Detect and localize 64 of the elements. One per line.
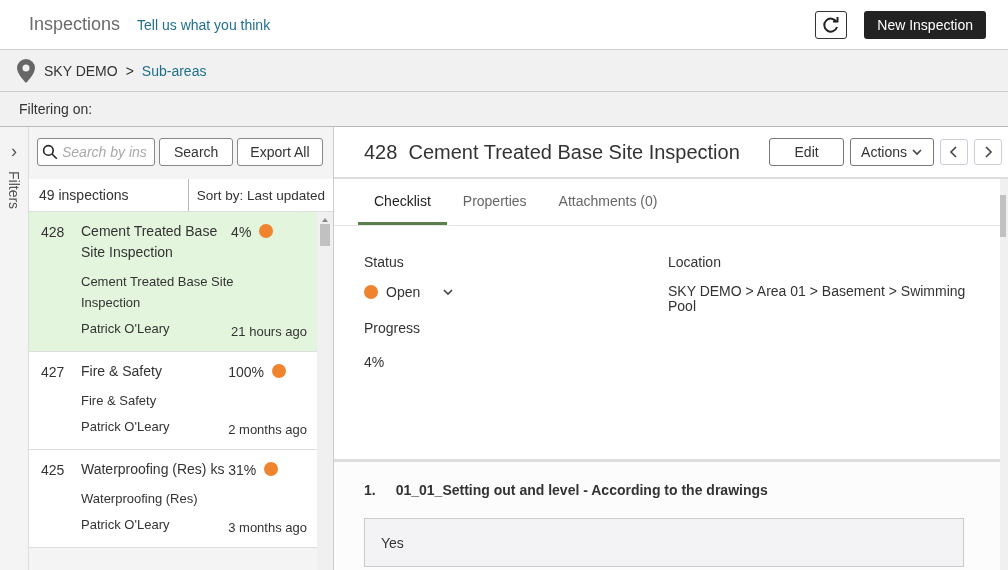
updated-time: 3 months ago <box>228 519 307 535</box>
updated-time: 2 months ago <box>228 421 307 437</box>
new-inspection-button[interactable]: New Inspection <box>864 10 986 39</box>
actions-button[interactable]: Actions <box>850 138 934 166</box>
inspection-item[interactable]: 427 Fire & Safety 100% Fire & Safety Patrick O'Leary 2 months ago <box>29 352 317 450</box>
inspection-count: 49 inspections <box>29 179 189 211</box>
filters-label[interactable]: Filters <box>6 171 22 210</box>
edit-button[interactable]: Edit <box>769 138 845 166</box>
question-number: 1. <box>364 482 376 498</box>
breadcrumb-root: SKY DEMO <box>44 62 118 79</box>
search-field[interactable]: Search by ins <box>37 138 155 166</box>
refresh-icon <box>821 14 842 35</box>
search-button[interactable]: Search <box>159 138 234 166</box>
tab[interactable]: Attachments (0) <box>542 179 674 225</box>
breadcrumb-separator: > <box>125 62 134 79</box>
next-button[interactable] <box>974 139 1002 165</box>
progress-text: 4% <box>231 224 252 240</box>
previous-button[interactable] <box>940 139 968 165</box>
updated-time: 21 hours ago <box>231 323 307 339</box>
caret-icon <box>911 146 923 158</box>
inspection-heading: 428 Cement Treated Base Site Inspection <box>364 140 740 164</box>
template-name: Cement Treated Base Site Inspection <box>81 273 235 312</box>
scrollbar[interactable] <box>317 212 333 570</box>
inspection-item[interactable]: 428 Cement Treated Base Site Inspection 4% Cement Treated Base Site Inspection Patrick O'Leary 21 hours ago <box>29 212 317 352</box>
inspection-number: 425 <box>41 462 66 480</box>
progress-text: 100% <box>228 364 265 380</box>
sort-button[interactable]: Sort by: Last updated <box>188 179 333 211</box>
template-name: Fire & Safety <box>81 392 158 410</box>
scrollbar-thumb[interactable] <box>320 224 330 246</box>
author-name: Patrick O'Leary <box>81 517 171 534</box>
template-name: Waterproofing (Res) <box>81 490 199 508</box>
inspection-title: Fire & Safety <box>81 362 163 381</box>
location-path: SKY DEMO > Area 01 > Basement > Swimming Pool <box>668 284 967 314</box>
progress-value: 4% <box>364 354 386 370</box>
scrollbar[interactable] <box>1000 179 1008 570</box>
inspection-title: Cement Treated Base Site Inspection <box>81 222 219 262</box>
progress-label: Progress <box>364 320 422 336</box>
inspection-number: 427 <box>41 364 66 382</box>
export-all-button[interactable]: Export All <box>237 138 323 166</box>
author-name: Patrick O'Leary <box>81 321 171 338</box>
refresh-button[interactable] <box>815 10 848 39</box>
expand-filters-button[interactable]: › <box>11 143 17 159</box>
breadcrumb-link[interactable]: Sub-areas <box>141 62 207 79</box>
scrollbar-thumb[interactable] <box>1000 195 1006 237</box>
status-label: Status <box>364 254 405 270</box>
inspection-item[interactable]: 425 Waterproofing (Res) ks 31% Waterproofing (Res) Patrick O'Leary 3 months ago <box>29 450 317 548</box>
author-name: Patrick O'Leary <box>81 419 171 436</box>
location-pin-icon <box>16 58 36 83</box>
feedback-link[interactable]: Tell us what you think <box>137 16 271 33</box>
app-title: Inspections <box>29 14 121 35</box>
answer-field[interactable]: Yes <box>364 518 964 567</box>
question-text: 01_01_Setting out and level - According to the drawings <box>395 482 768 498</box>
inspection-title: Waterproofing (Res) ks <box>81 460 226 479</box>
search-icon <box>42 142 58 162</box>
progress-text: 31% <box>228 462 257 478</box>
location-label: Location <box>668 254 722 270</box>
inspection-number: 428 <box>41 224 66 242</box>
caret-icon <box>442 286 455 298</box>
chevron-left-icon <box>948 146 960 158</box>
tab[interactable]: Checklist <box>358 179 447 225</box>
status-value: Open <box>386 284 421 300</box>
tab[interactable]: Properties <box>446 179 543 225</box>
chevron-right-icon <box>982 146 994 158</box>
filter-label: Filtering on: <box>19 101 93 117</box>
